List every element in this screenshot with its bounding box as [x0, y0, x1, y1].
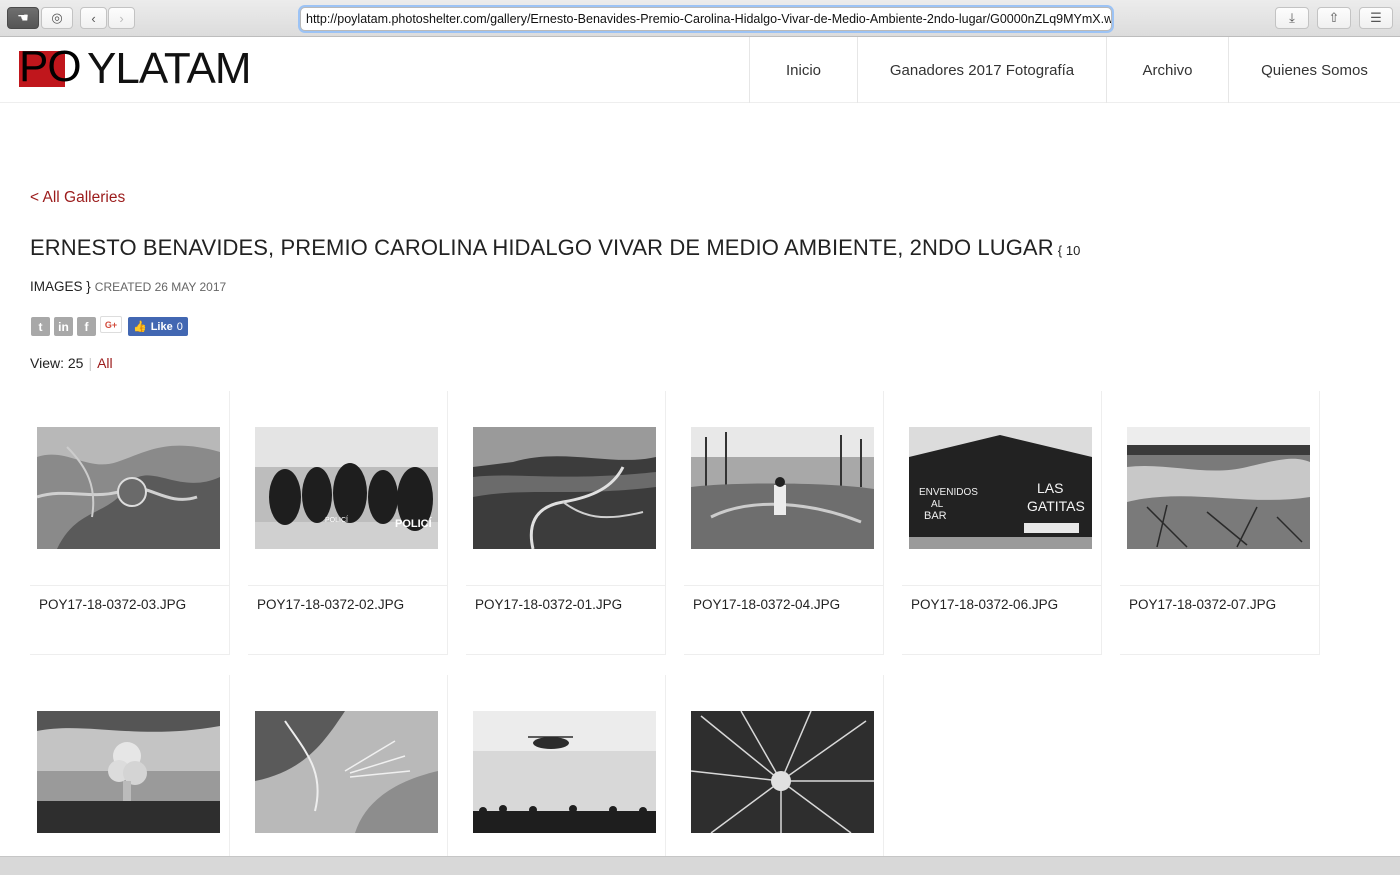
main-nav: Inicio Ganadores 2017 Fotografía Archivo… — [749, 37, 1400, 103]
camera-icon: ◎ — [51, 10, 63, 25]
download-icon: ⤓ — [1289, 10, 1295, 25]
photo-graffiti-right: LAS — [1037, 480, 1063, 496]
card-divider — [684, 585, 883, 586]
photo-thumbnail[interactable] — [255, 711, 438, 833]
browser-toolbar: ☚ ◎ ‹ › http://poylatam.photoshelter.com… — [0, 0, 1400, 37]
gallery-title: ERNESTO BENAVIDES, PREMIO CAROLINA HIDAL… — [30, 235, 1081, 260]
photo-thumbnail[interactable] — [37, 427, 220, 549]
view-selector: View: 25 | All — [30, 355, 113, 371]
nav-item-quienes-somos[interactable]: Quienes Somos — [1228, 37, 1400, 103]
photo-filename[interactable]: POY17-18-0372-06.JPG — [911, 597, 1058, 612]
card-divider — [466, 585, 665, 586]
logo-mark: PO — [19, 42, 82, 91]
image-count-open: { 10 — [1057, 243, 1081, 258]
hand-pointer-icon: ☚ — [17, 10, 29, 25]
svg-text:POLICÍ: POLICÍ — [395, 517, 433, 530]
list-icon: ☰ — [1370, 10, 1382, 25]
back-button[interactable]: ‹ — [80, 7, 107, 29]
gallery-item[interactable] — [684, 675, 884, 856]
svg-text:POLICÍ: POLICÍ — [325, 515, 348, 524]
photo-graffiti-left: ENVENIDOS — [919, 487, 978, 498]
site-header: PO YLATAM Inicio Ganadores 2017 Fotograf… — [0, 37, 1400, 103]
gallery-item[interactable]: POY17-18-0372-04.JPG — [684, 391, 884, 655]
view-separator: | — [88, 355, 93, 371]
reading-list-button[interactable]: ☰ — [1359, 7, 1393, 29]
google-plus-icon[interactable]: G+ — [100, 316, 122, 333]
svg-text:GATITAS: GATITAS — [1027, 498, 1085, 514]
card-divider — [248, 585, 447, 586]
photo-thumbnail[interactable] — [691, 427, 874, 549]
image-count-close: IMAGES } — [30, 279, 91, 294]
share-button[interactable]: ⇧ — [1317, 7, 1351, 29]
photo-filename[interactable]: POY17-18-0372-03.JPG — [39, 597, 186, 612]
facebook-like-button[interactable]: 👍 Like 0 — [128, 317, 188, 336]
photo-thumbnail[interactable] — [37, 711, 220, 833]
twitter-icon[interactable]: t — [31, 317, 50, 336]
facebook-icon[interactable]: f — [77, 317, 96, 336]
card-divider — [902, 585, 1101, 586]
screenshot-tool-button[interactable]: ◎ — [41, 7, 73, 29]
linkedin-icon[interactable]: in — [54, 317, 73, 336]
gallery-item[interactable]: POY17-18-0372-01.JPG — [466, 391, 666, 655]
site-logo[interactable]: PO YLATAM — [19, 42, 252, 93]
photo-thumbnail[interactable] — [473, 427, 656, 549]
photo-filename[interactable]: POY17-18-0372-02.JPG — [257, 597, 404, 612]
photo-thumbnail[interactable]: POLICÍ POLICÍ — [255, 427, 438, 549]
gallery-item[interactable]: POY17-18-0372-07.JPG — [1120, 391, 1320, 655]
photo-thumbnail[interactable]: ENVENIDOS AL BAR LAS GATITAS — [909, 427, 1092, 549]
svg-text:BAR: BAR — [924, 510, 947, 522]
card-divider — [1120, 585, 1319, 586]
pointer-tool-button[interactable]: ☚ — [7, 7, 39, 29]
gallery-meta: IMAGES } CREATED 26 MAY 2017 — [30, 279, 226, 294]
gallery-item[interactable]: ENVENIDOS AL BAR LAS GATITAS POY17-18-03… — [902, 391, 1102, 655]
nav-item-inicio[interactable]: Inicio — [749, 37, 857, 103]
browser-status-bar — [0, 856, 1400, 875]
photo-filename[interactable]: POY17-18-0372-01.JPG — [475, 597, 622, 612]
chevron-left-icon: ‹ — [91, 10, 96, 26]
photo-thumbnail[interactable] — [691, 711, 874, 833]
photo-thumbnail[interactable] — [473, 711, 656, 833]
thumbs-up-icon: 👍 — [133, 321, 147, 333]
created-date: CREATED 26 MAY 2017 — [94, 280, 227, 294]
gallery-item[interactable]: POY17-18-0372-03.JPG — [30, 391, 230, 655]
nav-item-ganadores[interactable]: Ganadores 2017 Fotografía — [857, 37, 1106, 103]
downloads-button[interactable]: ⤓ — [1275, 7, 1309, 29]
nav-item-archivo[interactable]: Archivo — [1106, 37, 1228, 103]
chevron-right-icon: › — [119, 10, 124, 26]
card-divider — [30, 585, 229, 586]
share-icon: ⇧ — [1328, 10, 1340, 25]
all-galleries-link[interactable]: < All Galleries — [30, 189, 125, 207]
gallery-item[interactable] — [248, 675, 448, 856]
gallery-item[interactable] — [466, 675, 666, 856]
photo-filename[interactable]: POY17-18-0372-04.JPG — [693, 597, 840, 612]
gallery-item[interactable] — [30, 675, 230, 856]
view-all-link[interactable]: All — [97, 355, 113, 371]
photo-filename[interactable]: POY17-18-0372-07.JPG — [1129, 597, 1276, 612]
forward-button[interactable]: › — [108, 7, 135, 29]
url-bar[interactable]: http://poylatam.photoshelter.com/gallery… — [300, 7, 1112, 31]
photo-thumbnail[interactable] — [1127, 427, 1310, 549]
svg-text:AL: AL — [931, 499, 944, 510]
social-share-bar: t in f G+ 👍 Like 0 — [31, 316, 188, 336]
view-current: View: 25 — [30, 355, 84, 371]
gallery-item[interactable]: POLICÍ POLICÍ POY17-18-0372-02.JPG — [248, 391, 448, 655]
